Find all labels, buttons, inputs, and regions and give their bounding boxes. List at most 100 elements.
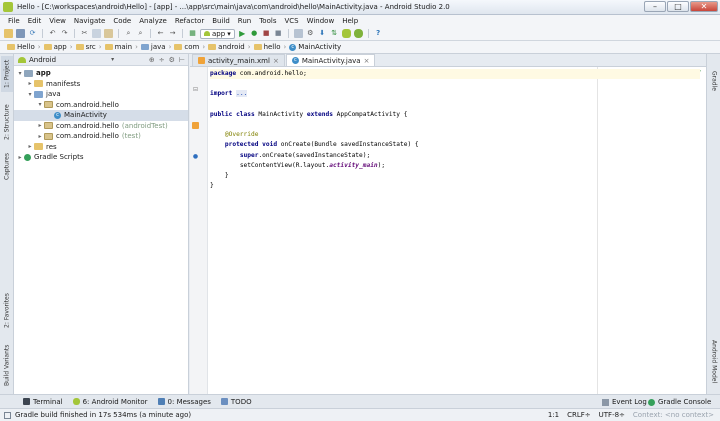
expand-arrow-icon[interactable]: ▾ xyxy=(26,91,34,98)
breadcrumb-item-main[interactable]: main xyxy=(102,43,136,51)
tree-item-package-test[interactable]: ▸ com.android.hello (test) xyxy=(14,131,188,142)
fold-icon[interactable]: ⊟ xyxy=(192,86,199,93)
breadcrumb-item-app[interactable]: app xyxy=(41,43,70,51)
project-view-selector[interactable]: Android ▾ ⊕ ÷ ⚙ ⊢ xyxy=(14,54,188,66)
tab-project[interactable]: 1: Project xyxy=(1,56,13,92)
breadcrumb-item-android[interactable]: android xyxy=(205,43,248,51)
breadcrumb-item-hello-package[interactable]: hello xyxy=(251,43,284,51)
tree-item-res[interactable]: ▸ res xyxy=(14,142,188,153)
make-project-icon[interactable]: ▦ xyxy=(188,29,197,38)
paste-icon[interactable] xyxy=(104,29,113,38)
avd-manager-icon[interactable] xyxy=(341,29,351,38)
expand-arrow-icon[interactable]: ▸ xyxy=(26,143,34,150)
expand-arrow-icon[interactable]: ▸ xyxy=(36,133,44,140)
sync-icon[interactable]: ⟳ xyxy=(28,29,37,38)
menu-vcs[interactable]: VCS xyxy=(280,17,302,25)
tree-item-mainactivity[interactable]: c MainActivity xyxy=(14,110,188,121)
todo-button[interactable]: TODO xyxy=(216,398,257,406)
tree-item-gradle-scripts[interactable]: ▸ Gradle Scripts xyxy=(14,152,188,163)
collapse-all-icon[interactable]: ÷ xyxy=(159,56,165,64)
scroll-from-source-icon[interactable]: ⊕ xyxy=(149,56,155,64)
event-log-button[interactable]: Event Log xyxy=(602,398,647,406)
maximize-button[interactable]: □ xyxy=(667,1,689,12)
menu-view[interactable]: View xyxy=(45,17,70,25)
chevron-down-icon[interactable]: ▾ xyxy=(111,56,114,63)
gear-icon[interactable]: ⚙ xyxy=(169,56,175,64)
menu-help[interactable]: Help xyxy=(338,17,362,25)
folded-imports[interactable]: ... xyxy=(236,90,248,98)
menu-edit[interactable]: Edit xyxy=(24,17,46,25)
file-encoding[interactable]: UTF-8÷ xyxy=(599,411,625,419)
breadcrumb-item-mainactivity[interactable]: c MainActivity xyxy=(286,43,344,51)
hide-panel-icon[interactable]: ⊢ xyxy=(179,56,185,64)
tree-item-manifests[interactable]: ▸ manifests xyxy=(14,79,188,90)
menu-navigate[interactable]: Navigate xyxy=(70,17,109,25)
expand-arrow-icon[interactable]: ▾ xyxy=(36,101,44,108)
close-button[interactable]: ✕ xyxy=(690,1,718,12)
messages-button[interactable]: 0: Messages xyxy=(153,398,216,406)
menu-refactor[interactable]: Refactor xyxy=(171,17,208,25)
open-folder-icon[interactable] xyxy=(4,29,13,38)
cut-icon[interactable]: ✂ xyxy=(80,29,89,38)
override-method-icon[interactable]: ● xyxy=(192,153,199,160)
expand-arrow-icon[interactable]: ▸ xyxy=(16,154,24,161)
stop-icon[interactable]: ■ xyxy=(274,29,283,38)
close-icon[interactable]: × xyxy=(364,57,370,65)
settings-icon[interactable]: ⚙ xyxy=(306,29,315,38)
forward-icon[interactable]: → xyxy=(168,29,177,38)
menu-code[interactable]: Code xyxy=(109,17,135,25)
menu-window[interactable]: Window xyxy=(303,17,339,25)
run-configuration-select[interactable]: app ▾ xyxy=(200,28,235,39)
debug-icon[interactable]: ● xyxy=(250,29,259,38)
android-monitor-button[interactable]: 6: Android Monitor xyxy=(68,398,153,406)
caret-position[interactable]: 1:1 xyxy=(548,411,559,419)
minimize-button[interactable]: – xyxy=(644,1,666,12)
tab-favorites[interactable]: 2: Favorites xyxy=(1,288,13,334)
find-icon[interactable]: ⌕ xyxy=(124,29,133,38)
tree-item-package-androidtest[interactable]: ▸ com.android.hello (androidTest) xyxy=(14,121,188,132)
menu-tools[interactable]: Tools xyxy=(255,17,280,25)
breadcrumb-item-java[interactable]: java xyxy=(138,43,169,51)
expand-arrow-icon[interactable]: ▸ xyxy=(36,122,44,129)
status-message[interactable]: Gradle build finished in 17s 534ms (a mi… xyxy=(15,411,191,419)
menu-build[interactable]: Build xyxy=(208,17,234,25)
tab-build-variants[interactable]: Build Variants xyxy=(1,340,13,390)
menu-file[interactable]: File xyxy=(4,17,24,25)
tab-android-model[interactable]: Android Model xyxy=(708,336,720,388)
replace-icon[interactable]: ⌕ xyxy=(136,29,145,38)
run-icon[interactable]: ▶ xyxy=(238,29,247,38)
status-layout-icon[interactable] xyxy=(4,411,11,419)
save-all-icon[interactable] xyxy=(16,29,25,38)
expand-arrow-icon[interactable]: ▾ xyxy=(16,70,24,77)
line-separator[interactable]: CRLF÷ xyxy=(567,411,591,419)
terminal-button[interactable]: Terminal xyxy=(18,398,68,406)
close-icon[interactable]: × xyxy=(273,57,279,65)
android-device-monitor-icon[interactable] xyxy=(353,29,363,38)
help-icon[interactable]: ? xyxy=(374,29,383,38)
redo-icon[interactable]: ↷ xyxy=(60,29,69,38)
gradle-console-button[interactable]: Gradle Console xyxy=(648,398,711,406)
tab-mainactivity-java[interactable]: c MainActivity.java × xyxy=(285,54,376,66)
tab-captures[interactable]: Captures xyxy=(1,150,13,184)
code-editor[interactable]: package com.android.hello; import ... pu… xyxy=(210,69,700,191)
copy-icon[interactable] xyxy=(92,29,101,38)
back-icon[interactable]: ← xyxy=(156,29,165,38)
project-structure-icon[interactable] xyxy=(293,29,303,38)
menu-analyze[interactable]: Analyze xyxy=(135,17,171,25)
tree-item-package[interactable]: ▾ com.android.hello xyxy=(14,100,188,111)
expand-arrow-icon[interactable]: ▸ xyxy=(26,80,34,87)
tab-structure[interactable]: 2: Structure xyxy=(1,100,13,144)
tab-activity-main-xml[interactable]: activity_main.xml × xyxy=(192,54,285,66)
breadcrumb-item-src[interactable]: src xyxy=(73,43,99,51)
attach-debugger-icon[interactable]: ■ xyxy=(262,29,271,38)
activity-layout-icon[interactable] xyxy=(192,122,199,129)
breadcrumb-item-hello[interactable]: Hello xyxy=(4,43,38,51)
menu-run[interactable]: Run xyxy=(234,17,255,25)
tree-item-app[interactable]: ▾ app xyxy=(14,68,188,79)
gradle-sync-icon[interactable]: ⇅ xyxy=(330,29,339,38)
breadcrumb-item-com[interactable]: com xyxy=(171,43,202,51)
undo-icon[interactable]: ↶ xyxy=(48,29,57,38)
tab-gradle[interactable]: Gradle xyxy=(708,66,720,96)
sdk-manager-icon[interactable]: ⬇ xyxy=(318,29,327,38)
tree-item-java[interactable]: ▾ java xyxy=(14,89,188,100)
